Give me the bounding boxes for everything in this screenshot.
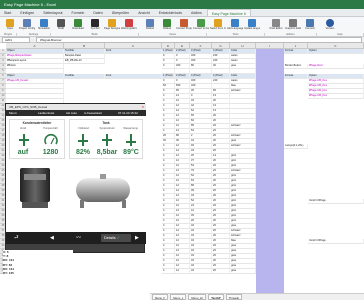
condensate-panel: Kondensatentleiter Ventil Pumpenzahl auf… xyxy=(9,119,65,159)
column-header[interactable]: I xyxy=(256,43,284,49)
configuration-icon xyxy=(23,19,31,27)
table-cell[interactable]: 4 xyxy=(162,269,175,274)
tab-insert[interactable]: Einfügen xyxy=(16,9,38,16)
warning-icon xyxy=(125,19,133,27)
hmi-simulation-window: UB_EPS_CFS_SOB_Kessel × Menü Lastkontras… xyxy=(5,103,146,253)
system-pressure-value: 8,5bar xyxy=(96,149,118,156)
table-cell[interactable]: 34 xyxy=(190,269,212,274)
hmi-window-title: UB_EPS_CFS_SOB_Kessel xyxy=(9,105,48,109)
tab-start[interactable]: Start xyxy=(0,9,15,16)
fill-level-icon xyxy=(78,134,88,146)
valve-value: auf xyxy=(17,149,29,156)
pump-gauge-icon xyxy=(44,133,58,145)
convert-icon xyxy=(180,19,188,27)
table-cell[interactable]: Format xyxy=(284,74,308,79)
palette-icon xyxy=(214,19,222,27)
coordinates-readout: X: 6 Y: 8 DX: 131 DY: 62 DX: 131 DY: 125 xyxy=(3,250,73,294)
table-cell[interactable]: Format xyxy=(284,49,308,54)
table-cell[interactable]: 12 xyxy=(175,269,190,274)
sheet-tab-textap[interactable]: TextAP xyxy=(208,294,224,300)
graphics-editor-icon xyxy=(289,19,297,27)
window-title: Easy Page Machine 6 - Excel xyxy=(4,2,57,7)
sheet-tab-menu-f[interactable]: Menu_F xyxy=(152,294,169,300)
table-cell[interactable]: Font xyxy=(105,74,162,79)
table-cell[interactable]: Ventil:4 #Page xyxy=(308,239,364,244)
fill-level-value: 82% xyxy=(75,149,90,156)
language-icon xyxy=(231,19,239,27)
table-cell[interactable]: grau xyxy=(230,269,256,274)
table-cell[interactable]: Option xyxy=(308,49,364,54)
return-icon[interactable]: ⮐ xyxy=(14,235,19,241)
folder-icon xyxy=(6,19,14,27)
window-title-bar: Easy Page Machine 6 - Excel xyxy=(0,0,364,9)
condensate-panel-title: Kondensatentleiter xyxy=(22,121,52,125)
table-cell[interactable]: 20 xyxy=(212,269,230,274)
pump-label: Pumpenzahl xyxy=(43,127,58,130)
faltfile-icon xyxy=(197,19,205,27)
boiler-unit-image xyxy=(20,168,50,208)
sheet-tab-threads[interactable]: Threads xyxy=(225,294,242,300)
hmi-body: Kondensatentleiter Ventil Pumpenzahl auf… xyxy=(6,116,146,232)
tab-formulas[interactable]: Formeln xyxy=(68,9,89,16)
water-temp-label: Wassertemp. xyxy=(123,127,139,130)
symbol-icon xyxy=(91,19,99,27)
connect-icon xyxy=(306,19,314,27)
pixel-editor-icon xyxy=(272,19,280,27)
details-button[interactable]: Details ✓ xyxy=(101,234,131,242)
table-cell[interactable]: Lampe(0,1,20L) xyxy=(284,144,308,149)
valve-label: Ventil xyxy=(19,127,27,130)
trend-icon[interactable]: 〰 xyxy=(76,235,81,241)
selected-column-highlight xyxy=(256,49,284,293)
forward-arrow-icon[interactable]: ▶ xyxy=(135,235,139,241)
details-label: Details xyxy=(104,236,116,240)
table-cell[interactable]: TextFile xyxy=(64,74,105,79)
water-temp-value: 89°C xyxy=(123,149,139,156)
tank-panel-title: Tank xyxy=(102,121,110,125)
pump-value: 1280 xyxy=(42,149,59,156)
tab-view[interactable]: Ansicht xyxy=(134,9,153,16)
sheet-tab-menu-lf[interactable]: Menu_LF xyxy=(188,294,207,300)
tab-addins[interactable]: Addins xyxy=(187,9,206,16)
system-pressure-label: Systemdruck xyxy=(99,127,115,130)
table-cell[interactable]: Border-Button xyxy=(284,64,308,69)
table-cell[interactable]: EB_PB-DE-13 xyxy=(64,59,105,64)
sheet-tab-menu-l[interactable]: Menu_L xyxy=(170,294,187,300)
fill-level-label: Füllstand xyxy=(78,127,89,130)
check-icon: ✓ xyxy=(116,236,120,240)
tank-panel: Tank Füllstand Systemdruck Wassertemp. 8… xyxy=(69,119,143,159)
table-cell[interactable]: Font xyxy=(105,49,162,54)
table-cell[interactable]: Ventil:4 #Page xyxy=(308,199,364,204)
tab-easy-page-machine[interactable]: Easy Page Machine 6 xyxy=(206,9,251,16)
tab-developer[interactable]: Entwicklertools xyxy=(155,9,186,16)
tab-data[interactable]: Daten xyxy=(89,9,106,16)
table-cell[interactable]: #Page-Next xyxy=(308,64,364,69)
rollout-icon xyxy=(146,19,154,27)
pressure-icon xyxy=(102,134,112,146)
valve-icon xyxy=(19,134,29,146)
hmi-navigation-bar: ⮐ ◀ 〰 Details ✓ ▶ xyxy=(6,232,146,244)
tab-review[interactable]: Überprüfen xyxy=(108,9,134,16)
table-cell[interactable]: #Page-UB_Kes xyxy=(308,94,364,99)
update-language-icon xyxy=(248,19,256,27)
build-icon xyxy=(57,19,65,27)
info-icon xyxy=(326,19,334,27)
tank-image xyxy=(76,174,130,208)
page-designer-icon xyxy=(108,19,116,27)
tab-page-layout[interactable]: Seitenlayout xyxy=(39,9,66,16)
rollout-2-icon xyxy=(163,19,171,27)
back-arrow-icon[interactable]: ◀ xyxy=(50,235,54,241)
download-icon xyxy=(74,19,82,27)
temperature-icon xyxy=(126,134,136,146)
monitor-icon xyxy=(40,19,48,27)
sheet-tabs: Menu_F Menu_L Menu_LF TextAP Threads xyxy=(150,293,364,300)
ribbon-tabs: Start Einfügen Seitenlayout Formeln Date… xyxy=(0,9,364,17)
coord-dy-2: DY: 125 xyxy=(3,271,14,276)
